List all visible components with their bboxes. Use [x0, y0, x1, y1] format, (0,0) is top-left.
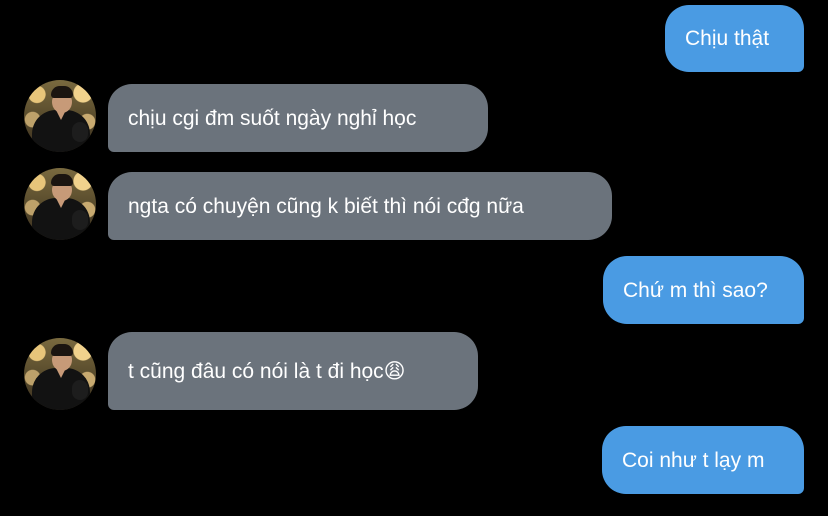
avatar-figure-arm [72, 210, 88, 230]
avatar-figure-hair [51, 86, 73, 98]
message-text: Chịu thật [685, 27, 770, 50]
message-text: t cũng đâu có nói là t đi học😩 [128, 359, 406, 383]
message-bubble-outgoing[interactable]: Chịu thật [665, 5, 804, 72]
message-bubble-outgoing[interactable]: Coi như t lạy m [602, 426, 804, 494]
contact-avatar[interactable] [24, 80, 96, 152]
message-text: Coi như t lạy m [622, 448, 765, 472]
message-bubble-incoming[interactable]: ngta có chuyện cũng k biết thì nói cđg n… [108, 172, 612, 240]
contact-avatar[interactable] [24, 168, 96, 240]
avatar-figure-hair [51, 174, 73, 186]
avatar-figure-arm [72, 380, 88, 400]
message-bubble-outgoing[interactable]: Chứ m thì sao? [603, 256, 804, 324]
message-bubble-incoming[interactable]: t cũng đâu có nói là t đi học😩 [108, 332, 478, 410]
avatar-figure-arm [72, 122, 88, 142]
message-text: Chứ m thì sao? [623, 278, 768, 302]
message-text: chịu cgi đm suốt ngày nghỉ học [128, 106, 417, 130]
message-text: ngta có chuyện cũng k biết thì nói cđg n… [128, 194, 524, 218]
avatar-figure-hair [51, 344, 73, 356]
message-bubble-incoming[interactable]: chịu cgi đm suốt ngày nghỉ học [108, 84, 488, 152]
contact-avatar[interactable] [24, 338, 96, 410]
